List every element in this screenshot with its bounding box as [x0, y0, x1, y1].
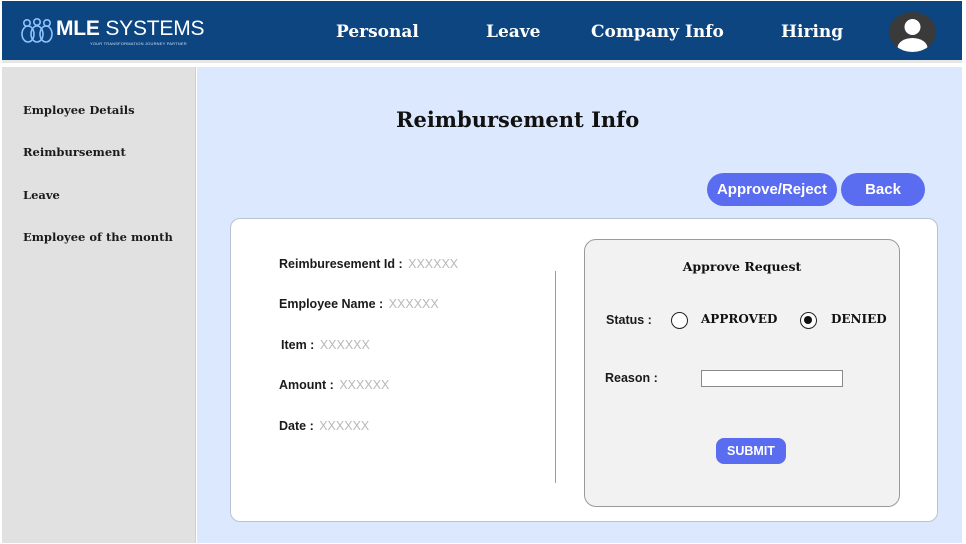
approve-request-panel: Approve Request Status : APPROVED DENIED…: [584, 239, 900, 507]
field-date: Date : XXXXXX: [279, 419, 370, 433]
sidebar-item-reimbursement[interactable]: Reimbursement: [23, 145, 126, 159]
nav-item-hiring[interactable]: Hiring: [781, 21, 843, 43]
sidebar-item-leave[interactable]: Leave: [23, 188, 60, 202]
brand-name: MLE SYSTEMS: [56, 17, 205, 40]
radio-approved-label[interactable]: APPROVED: [701, 312, 777, 326]
page-title: Reimbursement Info: [396, 107, 640, 132]
sidebar-item-employee-details[interactable]: Employee Details: [23, 103, 135, 117]
field-item: Item : XXXXXX: [281, 338, 370, 352]
status-label: Status :: [606, 313, 652, 327]
vertical-divider: [555, 271, 556, 483]
field-employee-name: Employee Name : XXXXXX: [279, 297, 439, 311]
sidebar-item-employee-of-the-month[interactable]: Employee of the month: [23, 230, 173, 244]
approve-request-title: Approve Request: [682, 259, 802, 274]
nav-item-company-info[interactable]: Company Info: [591, 21, 724, 43]
reason-input[interactable]: [701, 370, 843, 387]
main-content: Reimbursement Info Approve/Reject Back R…: [197, 67, 962, 543]
nav-item-personal[interactable]: Personal: [336, 21, 419, 43]
user-avatar-icon[interactable]: [889, 12, 936, 52]
submit-button[interactable]: SUBMIT: [716, 438, 786, 464]
approve-reject-button[interactable]: Approve/Reject: [707, 173, 837, 206]
nav-item-leave[interactable]: Leave: [486, 21, 540, 43]
back-button[interactable]: Back: [841, 173, 925, 206]
brand-tagline: YOUR TRANSFORMATION JOURNEY PARTNER: [90, 41, 187, 46]
top-navigation-bar: MLE SYSTEMS YOUR TRANSFORMATION JOURNEY …: [2, 1, 962, 63]
field-amount: Amount : XXXXXX: [279, 378, 390, 392]
radio-denied-label[interactable]: DENIED: [831, 312, 887, 326]
field-reimbursement-id: Reimburesement Id : XXXXXX: [279, 257, 459, 271]
reason-label: Reason :: [605, 371, 658, 385]
sidebar: Employee Details Reimbursement Leave Emp…: [2, 67, 196, 543]
company-logo[interactable]: MLE SYSTEMS YOUR TRANSFORMATION JOURNEY …: [20, 17, 205, 47]
radio-approved[interactable]: [671, 312, 688, 329]
reimbursement-card: Reimburesement Id : XXXXXX Employee Name…: [230, 218, 938, 522]
radio-denied[interactable]: [800, 312, 817, 329]
people-circles-logo-icon: [21, 17, 53, 43]
